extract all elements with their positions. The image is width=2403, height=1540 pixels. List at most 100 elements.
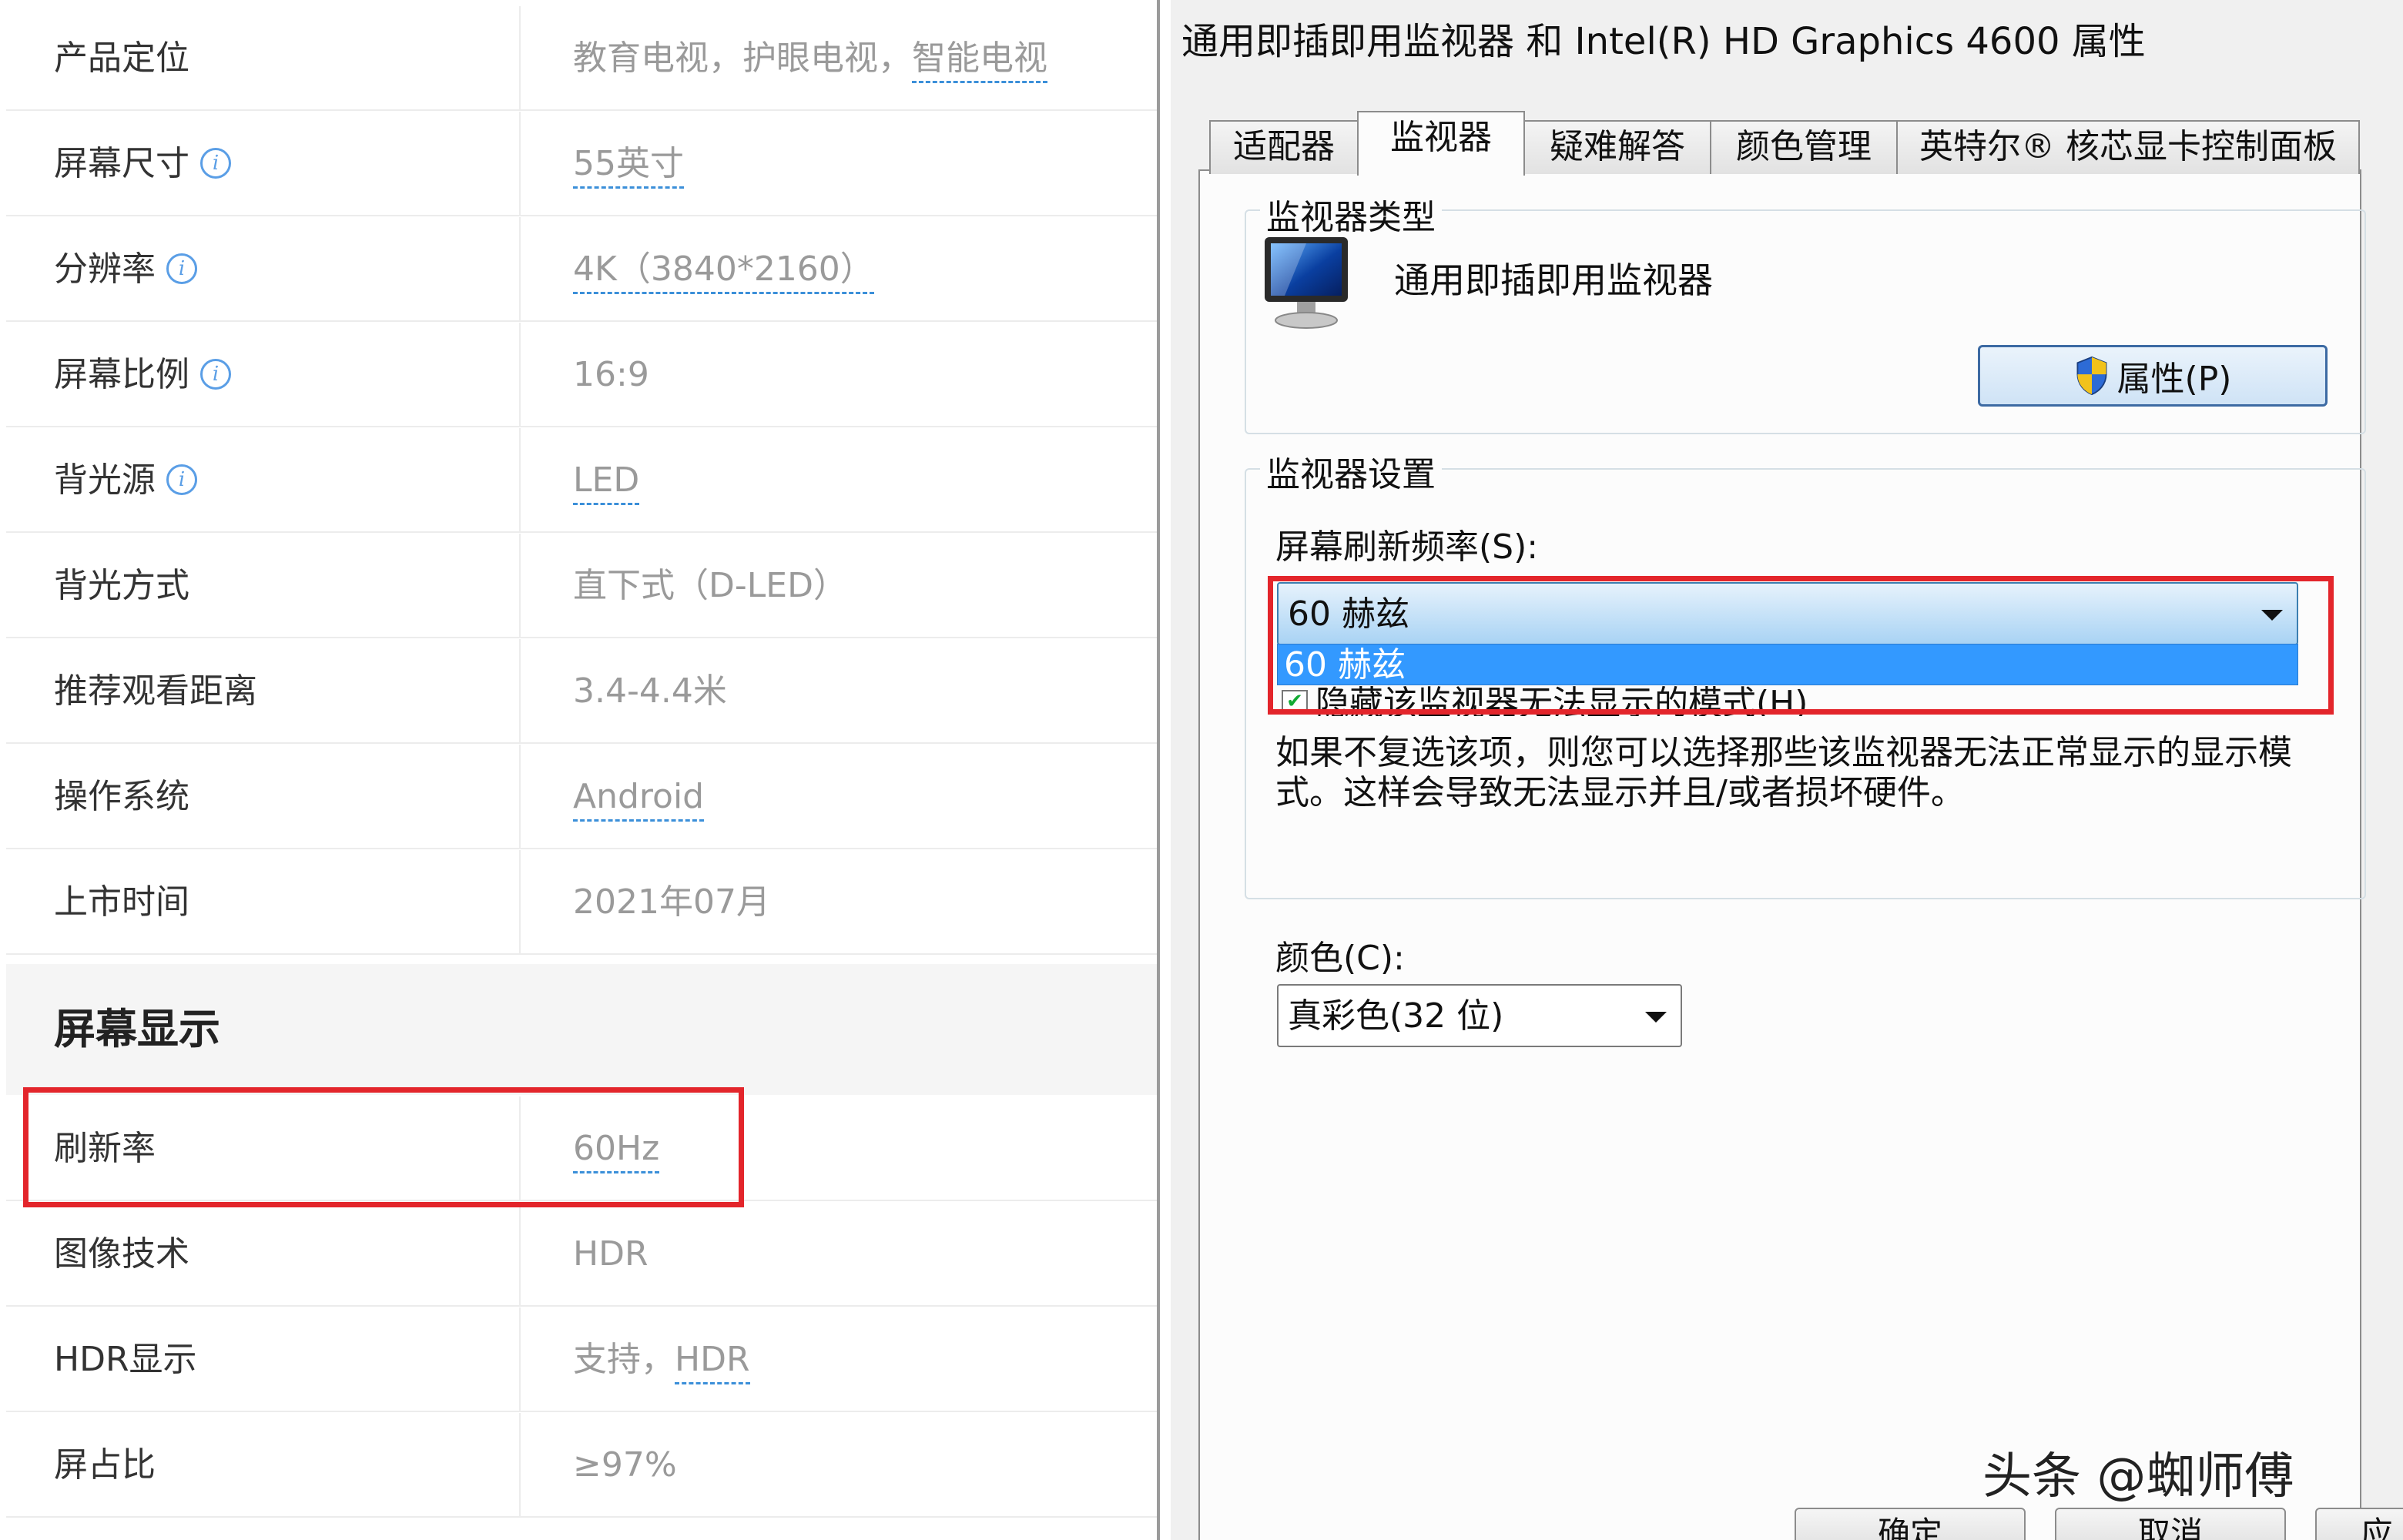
spec-value-text: 直下式（D-LED） [573,566,847,605]
tab-intel-control-panel[interactable]: 英特尔® 核芯显卡控制面板 [1896,120,2360,174]
tab-adapter[interactable]: 适配器 [1209,120,1359,174]
spec-row: 屏幕尺寸 i 55英寸 [6,112,1157,216]
spec-value: HDR [573,1202,649,1307]
color-label: 颜色(C): [1275,939,1405,978]
spec-row: 屏占比 ≥97% [6,1413,1157,1518]
spec-label-text: 图像技术 [54,1234,189,1274]
spec-row: 背光源 i LED [6,428,1157,533]
tab-color-management[interactable]: 颜色管理 [1710,120,1898,174]
spec-label-text: 推荐观看距离 [54,671,257,711]
tab-monitor[interactable]: 监视器 [1357,111,1525,176]
spec-label: 背光方式 [54,534,189,638]
dialog-title: 通用即插即用监视器 和 Intel(R) HD Graphics 4600 属性 [1181,20,2146,63]
spec-label: 屏占比 [54,1413,156,1518]
row-divider [519,6,521,109]
spec-label: 背光源 i [54,428,197,533]
spec-value-text: 支持， [573,1340,675,1379]
spec-label: 推荐观看距离 [54,639,257,744]
spec-value: 16:9 [573,323,649,427]
spec-label: 图像技术 [54,1202,189,1307]
spec-label-text: 操作系统 [54,777,189,816]
refresh-rate-highlight [23,1087,744,1207]
monitor-type-title: 监视器类型 [1260,189,1442,239]
cancel-button[interactable]: 取消 [2055,1508,2286,1540]
spec-row: HDR显示 支持，HDR [6,1307,1157,1412]
hide-modes-explanation: 如果不复选该项，则您可以选择那些该监视器无法正常显示的显示模式。这样会导致无法显… [1275,733,2292,812]
spec-value-link[interactable]: HDR [675,1340,750,1384]
apply-button[interactable]: 应 [2315,1508,2403,1540]
refresh-rate-highlight-box [1268,576,2334,715]
spec-label-text: 背光源 [54,460,156,500]
spec-value: 4K（3840*2160） [573,217,874,322]
info-icon[interactable]: i [200,359,231,390]
spec-label: 操作系统 [54,745,189,849]
spec-row: 产品定位 教育电视，护眼电视，智能电视 [6,6,1157,111]
info-icon[interactable]: i [166,464,197,495]
spec-value: 直下式（D-LED） [573,534,847,638]
refresh-rate-label: 屏幕刷新频率(S): [1275,527,1539,567]
spec-value-text: HDR [573,1234,649,1274]
spec-row: 分辨率 i 4K（3840*2160） [6,217,1157,322]
section-title: 屏幕显示 [54,1005,220,1053]
row-divider [519,323,521,426]
spec-value-text: 3.4-4.4米 [573,671,727,711]
spec-row: 上市时间 2021年07月 [6,850,1157,955]
spec-value: LED [573,428,640,533]
spec-label-text: 上市时间 [54,882,189,922]
spec-value-link[interactable]: 55英寸 [573,144,684,189]
spec-table-panel: 产品定位 教育电视，护眼电视，智能电视屏幕尺寸 i 55英寸分辨率 i 4K（3840*2… [0,0,1160,1540]
row-divider [519,1413,521,1516]
row-divider [519,850,521,953]
display-properties-dialog: 通用即插即用监视器 和 Intel(R) HD Graphics 4600 属性… [1171,0,2403,1540]
spec-row: 操作系统 Android [6,745,1157,849]
info-icon[interactable]: i [200,148,231,179]
color-depth-select[interactable]: 真彩色(32 位) [1277,984,1682,1047]
spec-value: ≥97% [573,1413,677,1518]
spec-label: HDR显示 [54,1307,197,1412]
spec-value-text: ≥97% [573,1445,677,1485]
spec-value: 支持，HDR [573,1307,750,1412]
spec-label-text: 产品定位 [54,38,189,78]
spec-value-text: 16:9 [573,355,649,394]
row-divider [519,428,521,531]
uac-shield-icon [2076,356,2107,396]
row-divider [519,534,521,637]
spec-label-text: 屏占比 [54,1445,156,1485]
spec-value-link[interactable]: 智能电视 [912,38,1047,83]
section-header: 屏幕显示 [6,964,1157,1095]
row-divider [519,1202,521,1305]
info-icon[interactable]: i [166,253,197,284]
spec-label: 产品定位 [54,6,189,111]
spec-value: 3.4-4.4米 [573,639,727,744]
color-depth-selected: 真彩色(32 位) [1288,996,1504,1036]
spec-value: 教育电视，护眼电视，智能电视 [573,6,1047,111]
spec-value: 2021年07月 [573,850,770,955]
spec-label-text: 分辨率 [54,249,156,289]
spec-label: 上市时间 [54,850,189,955]
spec-value: Android [573,745,705,849]
spec-label-text: 背光方式 [54,566,189,605]
spec-value-link[interactable]: Android [573,777,705,822]
row-divider [519,1307,521,1411]
spec-value-text: 教育电视，护眼电视， [573,38,912,78]
properties-button-label: 属性(P) [2116,360,2232,399]
spec-value: 55英寸 [573,112,684,216]
spec-row: 屏幕比例 i 16:9 [6,323,1157,427]
monitor-icon [1265,237,1348,329]
tab-troubleshoot[interactable]: 疑难解答 [1523,120,1711,174]
spec-row: 推荐观看距离 3.4-4.4米 [6,639,1157,744]
properties-button[interactable]: 属性(P) [1978,345,2328,407]
spec-value-link[interactable]: 4K（3840*2160） [573,249,874,294]
spec-label-text: HDR显示 [54,1340,197,1379]
spec-label-text: 屏幕比例 [54,355,189,394]
spec-row: 图像技术 HDR [6,1202,1157,1307]
spec-label-text: 屏幕尺寸 [54,144,189,183]
spec-row: 背光方式 直下式（D-LED） [6,534,1157,638]
row-divider [519,217,521,320]
watermark: 头条 @蜘师傅 [1982,1448,2294,1505]
ok-button[interactable]: 确定 [1795,1508,2026,1540]
spec-value-link[interactable]: LED [573,460,640,505]
tab-strip: 适配器 监视器 疑难解答 颜色管理 英特尔® 核芯显卡控制面板 [1171,111,2403,176]
chevron-down-icon [1645,1012,1667,1023]
spec-label: 分辨率 i [54,217,197,322]
